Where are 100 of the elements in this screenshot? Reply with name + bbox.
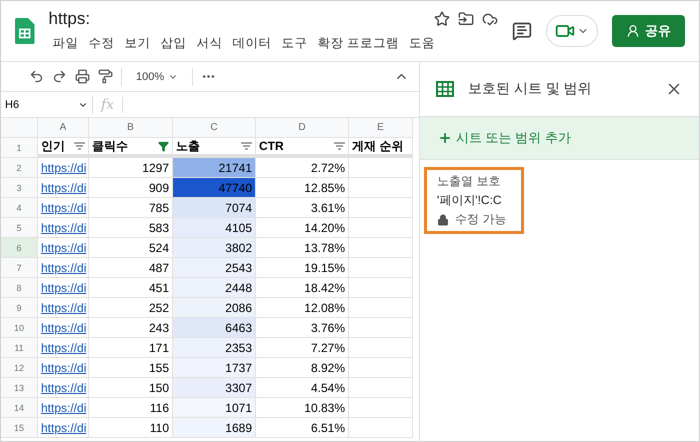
link[interactable]: https://di <box>41 340 86 354</box>
table-cell: 14.20% <box>256 218 349 238</box>
add-range-button[interactable]: 시트 또는 범위 추가 <box>420 117 699 160</box>
row-number[interactable]: 3 <box>1 178 38 198</box>
link[interactable]: https://di <box>41 280 86 294</box>
fx-label: fx <box>93 96 124 112</box>
filter-icon[interactable] <box>241 142 252 150</box>
table-cell: 7.27% <box>256 338 349 358</box>
folder-icon[interactable] <box>458 10 474 26</box>
column-header[interactable]: E <box>349 118 413 138</box>
link[interactable]: https://di <box>41 260 86 274</box>
table-cell: 2543 <box>173 258 256 278</box>
table-cell: 6463 <box>173 318 256 338</box>
row-number[interactable]: 5 <box>1 218 38 238</box>
filter-icon[interactable] <box>158 140 169 152</box>
link[interactable]: https://di <box>41 180 86 194</box>
link[interactable]: https://di <box>41 380 86 394</box>
table-cell: 2.72% <box>256 158 349 178</box>
table-cell: 1689 <box>173 418 256 438</box>
comment-icon[interactable] <box>512 21 532 41</box>
table-cell: 18.42% <box>256 278 349 298</box>
row-number[interactable]: 2 <box>1 158 38 178</box>
range-reference: '페이지'!C:C <box>437 192 503 209</box>
row-number[interactable]: 9 <box>1 298 38 318</box>
empty-cell <box>349 258 413 278</box>
table-cell: 4105 <box>173 218 256 238</box>
column-header[interactable]: D <box>256 118 349 138</box>
link[interactable]: https://di <box>41 420 86 434</box>
menu-item[interactable]: 도구 <box>278 32 312 54</box>
column-header[interactable]: C <box>173 118 256 138</box>
row-number[interactable]: 11 <box>1 338 38 358</box>
header-label: 인기 <box>41 138 65 154</box>
row-number[interactable]: 8 <box>1 278 38 298</box>
header-label: 노출 <box>176 138 200 154</box>
menu-item[interactable]: 서식 <box>192 32 226 54</box>
column-header[interactable]: B <box>89 118 173 138</box>
empty-cell <box>349 218 413 238</box>
link[interactable]: https://di <box>41 240 86 254</box>
link[interactable]: https://di <box>41 320 86 334</box>
row-number[interactable]: 1 <box>1 138 38 158</box>
corner-cell[interactable] <box>1 118 38 138</box>
link[interactable]: https://di <box>41 300 86 314</box>
table-cell: 12.08% <box>256 298 349 318</box>
row-number[interactable]: 15 <box>1 418 38 438</box>
link[interactable]: https://di <box>41 160 86 174</box>
row-number[interactable]: 10 <box>1 318 38 338</box>
filter-icon[interactable] <box>334 142 345 150</box>
zoom-dropdown[interactable]: 100% <box>130 70 184 84</box>
link[interactable]: https://di <box>41 400 86 414</box>
row-number[interactable]: 7 <box>1 258 38 278</box>
table-icon <box>436 81 454 97</box>
link[interactable]: https://di <box>41 360 86 374</box>
table-cell: 2353 <box>173 338 256 358</box>
menu-item[interactable]: 확장 프로그램 <box>314 32 403 54</box>
print-icon[interactable] <box>75 69 90 84</box>
row-number[interactable]: 4 <box>1 198 38 218</box>
table-cell: 1071 <box>173 398 256 418</box>
menu-item[interactable]: 도움 <box>404 32 439 54</box>
menu-item[interactable]: 보기 <box>120 32 154 54</box>
name-box[interactable]: H6 <box>1 96 93 114</box>
menu-item[interactable]: 데이터 <box>228 32 276 54</box>
cloud-icon[interactable] <box>482 10 498 26</box>
header-label: 클릭수 <box>92 138 128 154</box>
row-number[interactable]: 12 <box>1 358 38 378</box>
share-button[interactable]: 공유 <box>612 15 685 47</box>
empty-cell <box>349 398 413 418</box>
permission-label: 수정 가능 <box>455 211 506 228</box>
meet-button[interactable] <box>546 15 598 47</box>
empty-cell <box>349 318 413 338</box>
row-number[interactable]: 13 <box>1 378 38 398</box>
table-cell: 7074 <box>173 198 256 218</box>
row-number[interactable]: 14 <box>1 398 38 418</box>
redo-icon[interactable] <box>52 69 67 84</box>
empty-cell <box>349 378 413 398</box>
menu-item[interactable]: 수정 <box>84 32 118 54</box>
row-number[interactable]: 6 <box>1 238 38 258</box>
star-icon[interactable] <box>434 10 450 26</box>
menu-item[interactable]: 삽입 <box>156 32 190 54</box>
table-cell: 3.61% <box>256 198 349 218</box>
table-cell: 12.85% <box>256 178 349 198</box>
panel-title: 보호된 시트 및 범위 <box>468 80 593 98</box>
undo-icon[interactable] <box>29 69 44 84</box>
document-title[interactable]: https: <box>48 8 426 28</box>
empty-cell <box>349 198 413 218</box>
empty-cell <box>349 298 413 318</box>
menu-item[interactable]: 파일 <box>48 32 82 54</box>
empty-cell <box>349 418 413 438</box>
table-cell: 1737 <box>173 358 256 378</box>
empty-cell <box>349 338 413 358</box>
link[interactable]: https://di <box>41 220 86 234</box>
link[interactable]: https://di <box>41 200 86 214</box>
protected-range-card[interactable]: 노출열 보호 '페이지'!C:C 수정 가능 <box>424 167 524 234</box>
column-header[interactable]: A <box>38 118 89 138</box>
filter-icon[interactable] <box>74 142 85 150</box>
table-cell: 19.15% <box>256 258 349 278</box>
lock-icon <box>437 214 449 226</box>
table-cell: 2086 <box>173 298 256 318</box>
empty-cell <box>349 278 413 298</box>
table-cell: 47740 <box>173 178 256 198</box>
paint-format-icon[interactable] <box>98 69 113 84</box>
